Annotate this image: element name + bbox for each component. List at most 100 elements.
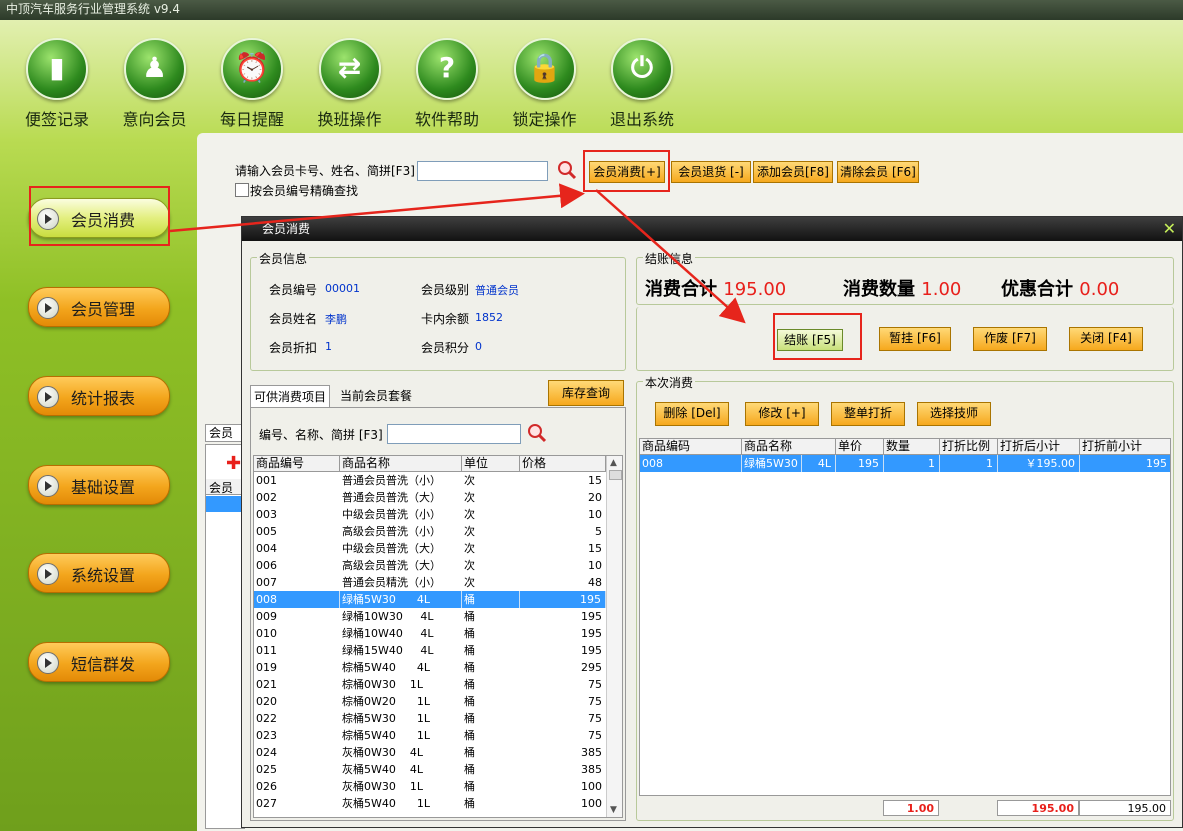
whole-discount-button[interactable]: 整单打折 [831, 402, 905, 426]
exact-search-checkbox[interactable] [235, 183, 249, 197]
product-row[interactable]: 005 高级会员普洗（小） 次 5 [254, 523, 606, 540]
annotation-box-checkout [773, 313, 862, 360]
alarm-clock-icon-glyph: ⏰ [234, 51, 270, 84]
product-row[interactable]: 003 中级会员普洗（小） 次 10 [254, 506, 606, 523]
member-level-value: 普通会员 [475, 284, 519, 297]
toolbar-button-3[interactable]: ⇄ 换班操作 [307, 38, 393, 130]
product-row[interactable]: 004 中级会员普洗（大） 次 15 [254, 540, 606, 557]
dialog-title-text: 会员消费 [262, 222, 311, 236]
product-row[interactable]: 022 棕桶5W30 1L 桶 75 [254, 710, 606, 727]
qty-value: 1.00 [921, 279, 962, 300]
add-icon[interactable]: ✚ [226, 453, 241, 474]
toolbar-button-5[interactable]: 🔒 锁定操作 [502, 38, 588, 130]
product-unit: 次 [464, 508, 475, 521]
suspend-button[interactable]: 暂挂 [F6] [879, 327, 951, 351]
col-product-code[interactable]: 商品编号 [254, 456, 340, 472]
toolbar-button-6[interactable]: ⏻ 退出系统 [599, 38, 685, 130]
search-icon[interactable] [557, 160, 577, 180]
delete-button[interactable]: 删除 [Del] [655, 402, 729, 426]
col-item-price[interactable]: 单价 [836, 439, 884, 455]
product-price: 75 [588, 695, 602, 708]
total-label: 消费合计 [645, 279, 717, 300]
member-return-button[interactable]: 会员退货 [-] [671, 161, 751, 183]
sidebar-item-4[interactable]: 系统设置 [28, 553, 170, 593]
add-member-button[interactable]: 添加会员[F8] [753, 161, 833, 183]
toolbar-button-0[interactable]: ▮ 便签记录 [14, 38, 100, 130]
member-search-input[interactable] [417, 161, 548, 181]
product-search-icon[interactable] [527, 423, 547, 443]
product-row[interactable]: 019 棕桶5W40 4L 桶 295 [254, 659, 606, 676]
lock-icon[interactable]: 🔒 [513, 38, 576, 100]
person-icon-glyph: ♟ [141, 51, 168, 84]
item-name: 绿桶5W30 [742, 455, 802, 472]
sidebar-item-1[interactable]: 会员管理 [28, 287, 170, 327]
tab-available-items[interactable]: 可供消费项目 [250, 385, 330, 407]
product-price: 75 [588, 678, 602, 691]
products-scrollbar[interactable]: ▲ ▼ [606, 456, 622, 817]
sidebar-item-label: 短信群发 [71, 655, 136, 674]
col-product-unit[interactable]: 单位 [462, 456, 520, 472]
col-item-ratio[interactable]: 打折比例 [940, 439, 998, 455]
col-item-code[interactable]: 商品编码 [640, 439, 742, 455]
select-technician-button[interactable]: 选择技师 [917, 402, 991, 426]
clear-member-button[interactable]: 清除会员 [F6] [837, 161, 919, 183]
col-item-name[interactable]: 商品名称 [742, 439, 836, 455]
product-row[interactable]: 009 绿桶10W30 4L 桶 195 [254, 608, 606, 625]
col-item-after[interactable]: 打折后小计 [998, 439, 1080, 455]
void-button[interactable]: 作废 [F7] [973, 327, 1047, 351]
product-search-input[interactable] [387, 424, 521, 444]
toolbar-button-1[interactable]: ♟ 意向会员 [112, 38, 198, 130]
product-price: 195 [520, 591, 606, 608]
member-name-label: 会员姓名 [269, 312, 318, 326]
product-price: 10 [588, 508, 602, 521]
product-row[interactable]: 002 普通会员普洗（大） 次 20 [254, 489, 606, 506]
product-name: 灰桶5W40 1L [342, 797, 430, 810]
product-row[interactable]: 001 普通会员普洗（小） 次 15 [254, 472, 606, 489]
col-item-before[interactable]: 打折前小计 [1080, 439, 1170, 455]
col-product-price[interactable]: 价格 [520, 456, 606, 472]
tab-member-list[interactable]: 会员 [205, 424, 245, 442]
product-unit: 桶 [464, 627, 475, 640]
swap-arrows-icon[interactable]: ⇄ [318, 38, 381, 100]
sidebar-item-5[interactable]: 短信群发 [28, 642, 170, 682]
close-button[interactable]: 关闭 [F4] [1069, 327, 1143, 351]
close-icon[interactable]: ✕ [1163, 219, 1176, 238]
product-row[interactable]: 011 绿桶15W40 4L 桶 195 [254, 642, 606, 659]
product-row[interactable]: 020 棕桶0W20 1L 桶 75 [254, 693, 606, 710]
product-row[interactable]: 026 灰桶0W30 1L 桶 100 [254, 778, 606, 795]
person-icon[interactable]: ♟ [123, 38, 186, 100]
toolbar-button-2[interactable]: ⏰ 每日提醒 [209, 38, 295, 130]
product-row[interactable]: 025 灰桶5W40 4L 桶 385 [254, 761, 606, 778]
member-name-value: 李鹏 [325, 313, 347, 326]
col-item-qty[interactable]: 数量 [884, 439, 940, 455]
toolbar-button-4[interactable]: ? 软件帮助 [404, 38, 490, 130]
help-icon[interactable]: ? [416, 38, 478, 100]
member-list-selected-row[interactable] [206, 496, 244, 512]
product-code: 025 [256, 763, 277, 776]
product-row[interactable]: 024 灰桶0W30 4L 桶 385 [254, 744, 606, 761]
sidebar-item-label: 会员管理 [71, 300, 136, 319]
sidebar-item-3[interactable]: 基础设置 [28, 465, 170, 505]
stock-query-button[interactable]: 库存查询 [548, 380, 624, 406]
product-row[interactable]: 010 绿桶10W40 4L 桶 195 [254, 625, 606, 642]
scroll-up-icon[interactable]: ▲ [610, 458, 617, 468]
note-icon[interactable]: ▮ [26, 38, 88, 100]
current-item-row[interactable]: 008 绿桶5W30 4L 195 1 1 ￥195.00 195 [640, 455, 1170, 472]
product-name: 绿桶10W40 4L [342, 627, 434, 640]
scroll-thumb[interactable] [609, 470, 622, 480]
product-row[interactable]: 023 棕桶5W40 1L 桶 75 [254, 727, 606, 744]
product-row[interactable]: 021 棕桶0W30 1L 桶 75 [254, 676, 606, 693]
modify-button[interactable]: 修改 [+] [745, 402, 819, 426]
col-product-name[interactable]: 商品名称 [340, 456, 462, 472]
product-row[interactable]: 027 灰桶5W40 1L 桶 100 [254, 795, 606, 812]
scroll-down-icon[interactable]: ▼ [610, 805, 617, 815]
sidebar-item-2[interactable]: 统计报表 [28, 376, 170, 416]
power-icon[interactable]: ⏻ [611, 38, 673, 100]
alarm-clock-icon[interactable]: ⏰ [221, 38, 283, 100]
product-row[interactable]: 007 普通会员精洗（小） 次 48 [254, 574, 606, 591]
product-row[interactable]: 008 绿桶5W30 4L 桶 195 [254, 591, 606, 608]
product-row[interactable]: 006 高级会员普洗（大） 次 10 [254, 557, 606, 574]
product-unit: 次 [464, 525, 475, 538]
tab-member-packages[interactable]: 当前会员套餐 [334, 385, 418, 407]
product-price: 195 [581, 627, 602, 640]
